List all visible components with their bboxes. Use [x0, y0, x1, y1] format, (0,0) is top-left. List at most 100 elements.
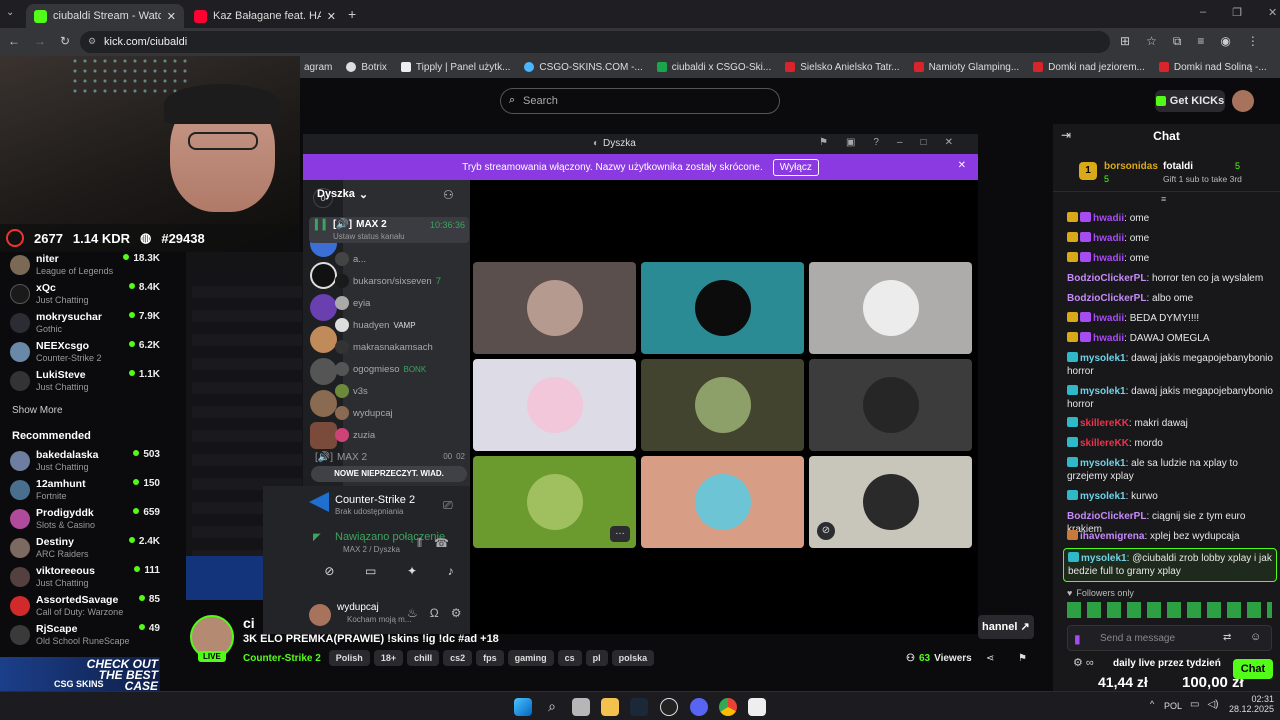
chat-username[interactable]: hwadii	[1093, 233, 1124, 244]
sidebar-item-bakedalaska[interactable]: bakedalaska Just Chatting 503	[10, 448, 160, 476]
bookmark-item[interactable]: Namioty Glamping...	[913, 62, 1019, 73]
gifter[interactable]: fotaldi	[1163, 161, 1193, 172]
media-icon[interactable]: ≡	[1197, 34, 1204, 49]
share-screen-icon[interactable]: ▭	[365, 564, 376, 578]
server-icon[interactable]	[310, 390, 337, 417]
chat-username[interactable]: hwadii	[1093, 213, 1124, 224]
voice-user[interactable]: bukarson/sixseven 7	[335, 274, 441, 288]
voice-user[interactable]: v3s	[335, 384, 368, 398]
maximize-icon[interactable]: ❐	[1232, 6, 1242, 19]
tag[interactable]: 18+	[373, 650, 404, 666]
show-more-link[interactable]: Show More	[12, 405, 63, 416]
chat-username[interactable]: hwadii	[1093, 253, 1124, 264]
soundboard-icon[interactable]: ♪	[448, 564, 454, 578]
discord-icon[interactable]	[690, 698, 708, 716]
chat-username[interactable]: mysolek1	[1080, 386, 1126, 397]
minimize-icon[interactable]: –	[1200, 6, 1206, 19]
new-tab-icon[interactable]: +	[348, 6, 356, 22]
sidebar-item-lukisteve[interactable]: LukiSteve Just Chatting 1.1K	[10, 368, 160, 396]
chat-username[interactable]: skillereKK	[1080, 418, 1129, 429]
participant-tile[interactable]	[641, 359, 804, 451]
server-icon[interactable]	[310, 358, 337, 385]
invite-icon[interactable]: ⚇	[443, 188, 454, 202]
participant-tile[interactable]	[809, 359, 972, 451]
status-hint[interactable]: Ustaw status kanału	[333, 232, 405, 241]
voice-user[interactable]: eyia	[335, 296, 370, 310]
voice-user[interactable]: ogogmieso BONK	[335, 362, 426, 376]
participant-tile[interactable]	[641, 456, 804, 548]
forward-icon[interactable]: →	[34, 34, 46, 48]
sidebar-item-12amhunt[interactable]: 12amhunt Fortnite 150	[10, 477, 160, 505]
get-kicks-button[interactable]: Get KICKs	[1155, 90, 1225, 112]
sidebar-item-destiny[interactable]: Destiny ARC Raiders 2.4K	[10, 535, 160, 563]
participant-tile[interactable]	[641, 262, 804, 354]
participant-tile[interactable]	[473, 359, 636, 451]
address-bar[interactable]: ⚙ kick.com/ciubaldi	[80, 31, 1110, 53]
voice-channel[interactable]: [🔊] MAX 2 00 02	[315, 452, 465, 463]
network-icon[interactable]: ▭	[1190, 699, 1199, 710]
close-icon[interactable]: ✕	[327, 10, 336, 23]
participant-tile[interactable]	[809, 262, 972, 354]
tag[interactable]: Polish	[328, 650, 370, 666]
profile-icon[interactable]: ◉	[1220, 34, 1230, 49]
tab-youtube[interactable]: Kaz Bałagane feat. HAŁASTRA ✕	[186, 4, 344, 28]
site-info-icon[interactable]: ⚙	[88, 36, 96, 47]
voice-user[interactable]: a...	[335, 252, 366, 266]
obs-icon[interactable]	[660, 698, 678, 716]
tag[interactable]: gaming	[507, 650, 554, 666]
participant-tile[interactable]	[473, 262, 636, 354]
sidebar-item-xqc[interactable]: xQc Just Chatting 8.4K	[10, 281, 160, 309]
emoji-icon[interactable]: ☺	[1250, 631, 1261, 643]
participant-tile[interactable]: …	[473, 456, 636, 548]
chat-username[interactable]: skillereKK	[1080, 438, 1129, 449]
chat-username[interactable]: mysolek1	[1080, 491, 1126, 502]
chat-username[interactable]: ihavemigrena	[1080, 531, 1144, 542]
chat-username[interactable]: mysolek1	[1080, 353, 1126, 364]
chat-username[interactable]: mysolek1	[1080, 458, 1126, 469]
app-icon[interactable]	[748, 698, 766, 716]
bookmark-item[interactable]: Tipply | Panel użytk...	[400, 62, 510, 73]
volume-icon[interactable]: ◁)	[1207, 699, 1218, 710]
reload-icon[interactable]: ↻	[60, 34, 70, 48]
channel-name[interactable]: ci	[243, 615, 255, 631]
settings-icon[interactable]: ⚙ ∞	[1073, 656, 1094, 669]
more-options-icon[interactable]: …	[610, 526, 630, 542]
activities-icon[interactable]: ✦	[407, 564, 417, 578]
chrome-icon[interactable]	[719, 698, 737, 716]
send-chat-button[interactable]: Chat	[1233, 659, 1273, 679]
voice-user[interactable]: wydupcaj	[335, 406, 393, 420]
new-unread-button[interactable]: NOWE NIEPRZECZYT. WIAD.	[311, 466, 467, 482]
sidebar-item-rjscape[interactable]: RjScape Old School RuneScape 49	[10, 622, 160, 650]
voice-user[interactable]: makrasnakamsach	[335, 340, 433, 354]
language-indicator[interactable]: POL	[1164, 701, 1182, 711]
share-icon[interactable]: ⋖	[986, 653, 994, 664]
sidebar-item-niter[interactable]: niter League of Legends 18.3K	[10, 252, 160, 280]
sidebar-item-mokrysuchar[interactable]: mokrysuchar Gothic 7.9K	[10, 310, 160, 338]
voice-user[interactable]: zuzia	[335, 428, 375, 442]
participant-tile[interactable]: ⊘	[809, 456, 972, 548]
tag[interactable]: fps	[476, 650, 504, 666]
camera-off-icon[interactable]: ⊘	[324, 564, 334, 578]
sidebar-item-prodigyddk[interactable]: Prodigyddk Slots & Casino 659	[10, 506, 160, 534]
server-name[interactable]: Dyszka ⌄	[317, 188, 368, 201]
tab-kick[interactable]: ciubaldi Stream - Watch Live on ✕	[26, 4, 184, 28]
tab-search-icon[interactable]: ⌄	[6, 7, 20, 21]
sidebar-item-neexcsgo[interactable]: NEEXcsgo Counter-Strike 2 6.2K	[10, 339, 160, 367]
search-input[interactable]: ⌕ Search	[500, 88, 780, 114]
bookmark-item[interactable]: agram	[304, 62, 332, 73]
start-icon[interactable]	[514, 698, 532, 716]
tag[interactable]: pl	[585, 650, 608, 666]
tag[interactable]: cs2	[443, 650, 473, 666]
chat-username[interactable]: BodzioClickerPL	[1067, 511, 1146, 522]
category-link[interactable]: Counter-Strike 2	[243, 653, 321, 664]
chat-username[interactable]: hwadii	[1093, 333, 1124, 344]
close-window-icon[interactable]: ✕	[1268, 6, 1277, 19]
emote-bar[interactable]	[1067, 602, 1272, 618]
bookmark-item[interactable]: Domki nad Soliną -...	[1158, 62, 1267, 73]
translate-icon[interactable]: ⇄	[1223, 632, 1231, 643]
disconnect-icon[interactable]: ☎	[434, 536, 449, 551]
server-icon[interactable]	[310, 422, 337, 449]
store-icon[interactable]	[572, 698, 590, 716]
clock[interactable]: 02:31 28.12.2025	[1228, 694, 1274, 714]
bookmark-item[interactable]: Botrix	[346, 62, 387, 73]
